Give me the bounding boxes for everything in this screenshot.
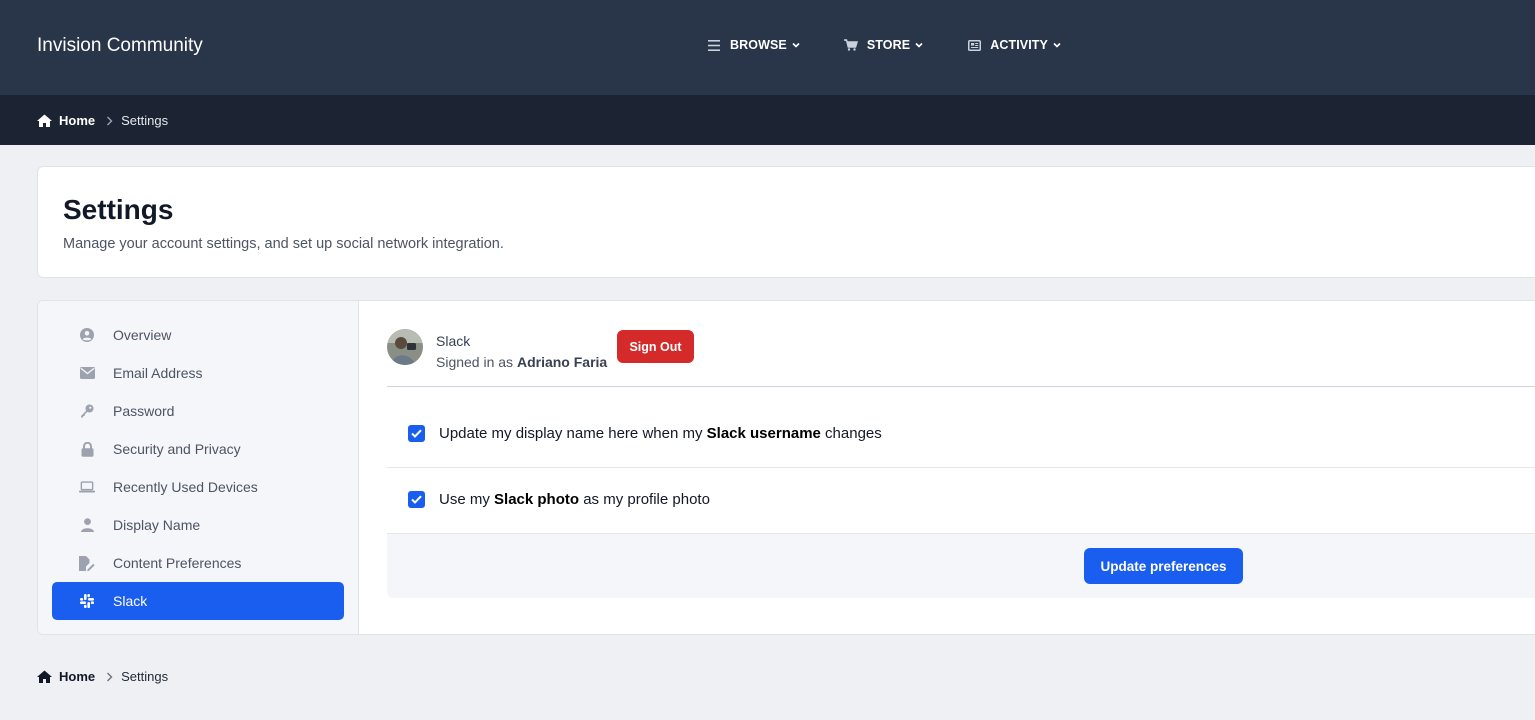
breadcrumb-current: Settings	[121, 669, 169, 684]
breadcrumb: Home Settings	[37, 113, 168, 128]
sidebar-item-password[interactable]: Password	[52, 392, 344, 430]
nav-store-label: STORE	[866, 38, 911, 52]
chevron-right-icon	[106, 116, 113, 126]
user-circle-icon	[79, 327, 95, 343]
pref-sync-display-name: Update my display name here when my Slac…	[387, 402, 1535, 468]
settings-sidebar: Overview Email Address Password Security…	[38, 301, 359, 634]
nav-activity-label: ACTIVITY	[990, 38, 1048, 52]
sidebar-item-label: Overview	[113, 327, 172, 343]
nav-store[interactable]: STORE	[843, 37, 923, 53]
pref-text: changes	[820, 425, 882, 442]
nav-browse[interactable]: BROWSE	[707, 37, 800, 53]
sign-out-button[interactable]: Sign Out	[617, 330, 694, 363]
pref-sync-photo: Use my Slack photo as my profile photo	[387, 468, 1535, 534]
sidebar-item-label: Password	[113, 403, 175, 419]
sidebar-item-label: Email Address	[113, 365, 203, 381]
home-icon	[37, 114, 52, 127]
newspaper-icon	[967, 38, 981, 52]
file-edit-icon	[79, 555, 95, 571]
user-icon	[79, 517, 95, 533]
settings-panel: Overview Email Address Password Security…	[37, 300, 1535, 635]
chevron-down-icon	[915, 41, 923, 49]
breadcrumb-home[interactable]: Home	[59, 669, 95, 684]
sidebar-item-slack[interactable]: Slack	[52, 582, 344, 620]
form-footer: Update preferences	[387, 533, 1535, 598]
sidebar-item-label: Recently Used Devices	[113, 479, 258, 495]
nav-browse-label: BROWSE	[730, 38, 787, 52]
menu-icon	[707, 38, 721, 52]
page-title: Settings	[63, 194, 174, 225]
chevron-right-icon	[106, 672, 113, 682]
pref-text: as my profile photo	[579, 491, 710, 508]
breadcrumb-home[interactable]: Home	[59, 113, 95, 128]
sidebar-item-label: Security and Privacy	[113, 441, 241, 457]
sync-display-name-checkbox[interactable]	[408, 425, 425, 442]
top-header: Invision Community BROWSE STORE ACTIVITY	[0, 0, 1535, 95]
key-icon	[79, 403, 95, 419]
main-navigation: BROWSE STORE ACTIVITY	[707, 37, 1105, 53]
pref-text-bold: Slack username	[706, 425, 821, 442]
signed-in-status: Signed in as Adriano Faria	[436, 354, 607, 370]
laptop-icon	[79, 479, 95, 495]
sidebar-item-content-preferences[interactable]: Content Preferences	[52, 544, 344, 582]
page-description: Manage your account settings, and set up…	[63, 236, 504, 252]
chevron-down-icon	[1053, 41, 1061, 49]
update-preferences-button[interactable]: Update preferences	[1084, 548, 1243, 584]
signed-in-username: Adriano Faria	[516, 354, 608, 370]
sidebar-item-overview[interactable]: Overview	[52, 316, 344, 354]
nav-activity[interactable]: ACTIVITY	[967, 37, 1061, 53]
sidebar-item-display-name[interactable]: Display Name	[52, 506, 344, 544]
lock-icon	[79, 441, 95, 457]
sidebar-item-label: Display Name	[113, 517, 201, 533]
sync-photo-checkbox[interactable]	[408, 491, 425, 508]
slack-icon	[79, 593, 95, 609]
page-header-card: Settings Manage your account settings, a…	[37, 166, 1535, 278]
breadcrumb-current: Settings	[121, 113, 169, 128]
avatar	[387, 329, 423, 365]
envelope-icon	[79, 365, 95, 381]
service-name: Slack	[436, 333, 471, 349]
sidebar-item-label: Slack	[113, 593, 148, 609]
sidebar-item-recent-devices[interactable]: Recently Used Devices	[52, 468, 344, 506]
breadcrumb-bar	[0, 95, 1535, 145]
sidebar-item-label: Content Preferences	[113, 555, 242, 571]
pref-text: Update my display name here when my	[439, 425, 707, 442]
pref-text-bold: Slack photo	[494, 491, 580, 508]
slack-settings-content: Slack Signed in as Adriano Faria Sign Ou…	[387, 301, 1535, 634]
home-icon	[37, 670, 52, 683]
signed-in-prefix: Signed in as	[436, 354, 514, 370]
divider	[387, 386, 1535, 387]
chevron-down-icon	[792, 41, 800, 49]
sidebar-item-email[interactable]: Email Address	[52, 354, 344, 392]
cart-icon	[843, 38, 858, 52]
sidebar-item-security-privacy[interactable]: Security and Privacy	[52, 430, 344, 468]
sync-display-name-label[interactable]: Update my display name here when my Slac…	[439, 425, 882, 442]
checkmark-icon	[411, 495, 422, 504]
checkmark-icon	[411, 429, 422, 438]
breadcrumb-footer: Home Settings	[37, 669, 168, 684]
pref-text: Use my	[439, 491, 495, 508]
sync-photo-label[interactable]: Use my Slack photo as my profile photo	[439, 491, 710, 508]
site-logo[interactable]: Invision Community	[37, 35, 203, 57]
